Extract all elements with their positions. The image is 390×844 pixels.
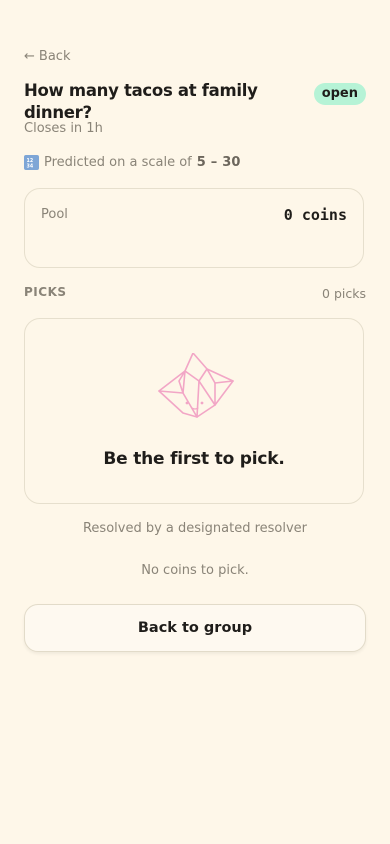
empty-state-text: Be the first to pick. (103, 449, 285, 469)
picks-count: 0 picks (322, 286, 366, 301)
back-label: Back (38, 49, 71, 64)
scale-separator: – (210, 155, 218, 170)
page-title: How many tacos at family dinner? (24, 81, 258, 122)
back-to-group-button[interactable]: Back to group (24, 604, 366, 652)
pool-label: Pool (41, 207, 68, 222)
pool-value: 0 coins (283, 206, 347, 224)
prediction-scale: 12 34 Predicted on a scale of 5 – 30 (24, 155, 240, 170)
svg-text:12: 12 (27, 158, 34, 164)
numbers-icon: 12 34 (24, 155, 39, 170)
predict-prefix: Predicted on a scale of (44, 155, 192, 170)
resolver-note: Resolved by a designated resolver (82, 521, 308, 536)
status-badge: open (313, 83, 366, 105)
scale-min: 5 (196, 155, 206, 170)
numbers-icon-glyph: 12 34 (27, 158, 34, 168)
back-arrow-icon: ← (24, 49, 35, 64)
closes-in-text: Closes in 1h (24, 121, 103, 136)
coins-note: No coins to pick. (141, 563, 249, 578)
pool-card: Pool 0 coins (24, 188, 364, 268)
picks-section-label: PICKS (24, 285, 67, 299)
scale-max: 30 (222, 155, 241, 170)
empty-picks-card: Be the first to pick. (24, 318, 364, 504)
origami-fortune-teller-icon (158, 353, 234, 418)
svg-text:34: 34 (27, 163, 34, 168)
back-link[interactable]: ← Back (24, 49, 70, 64)
